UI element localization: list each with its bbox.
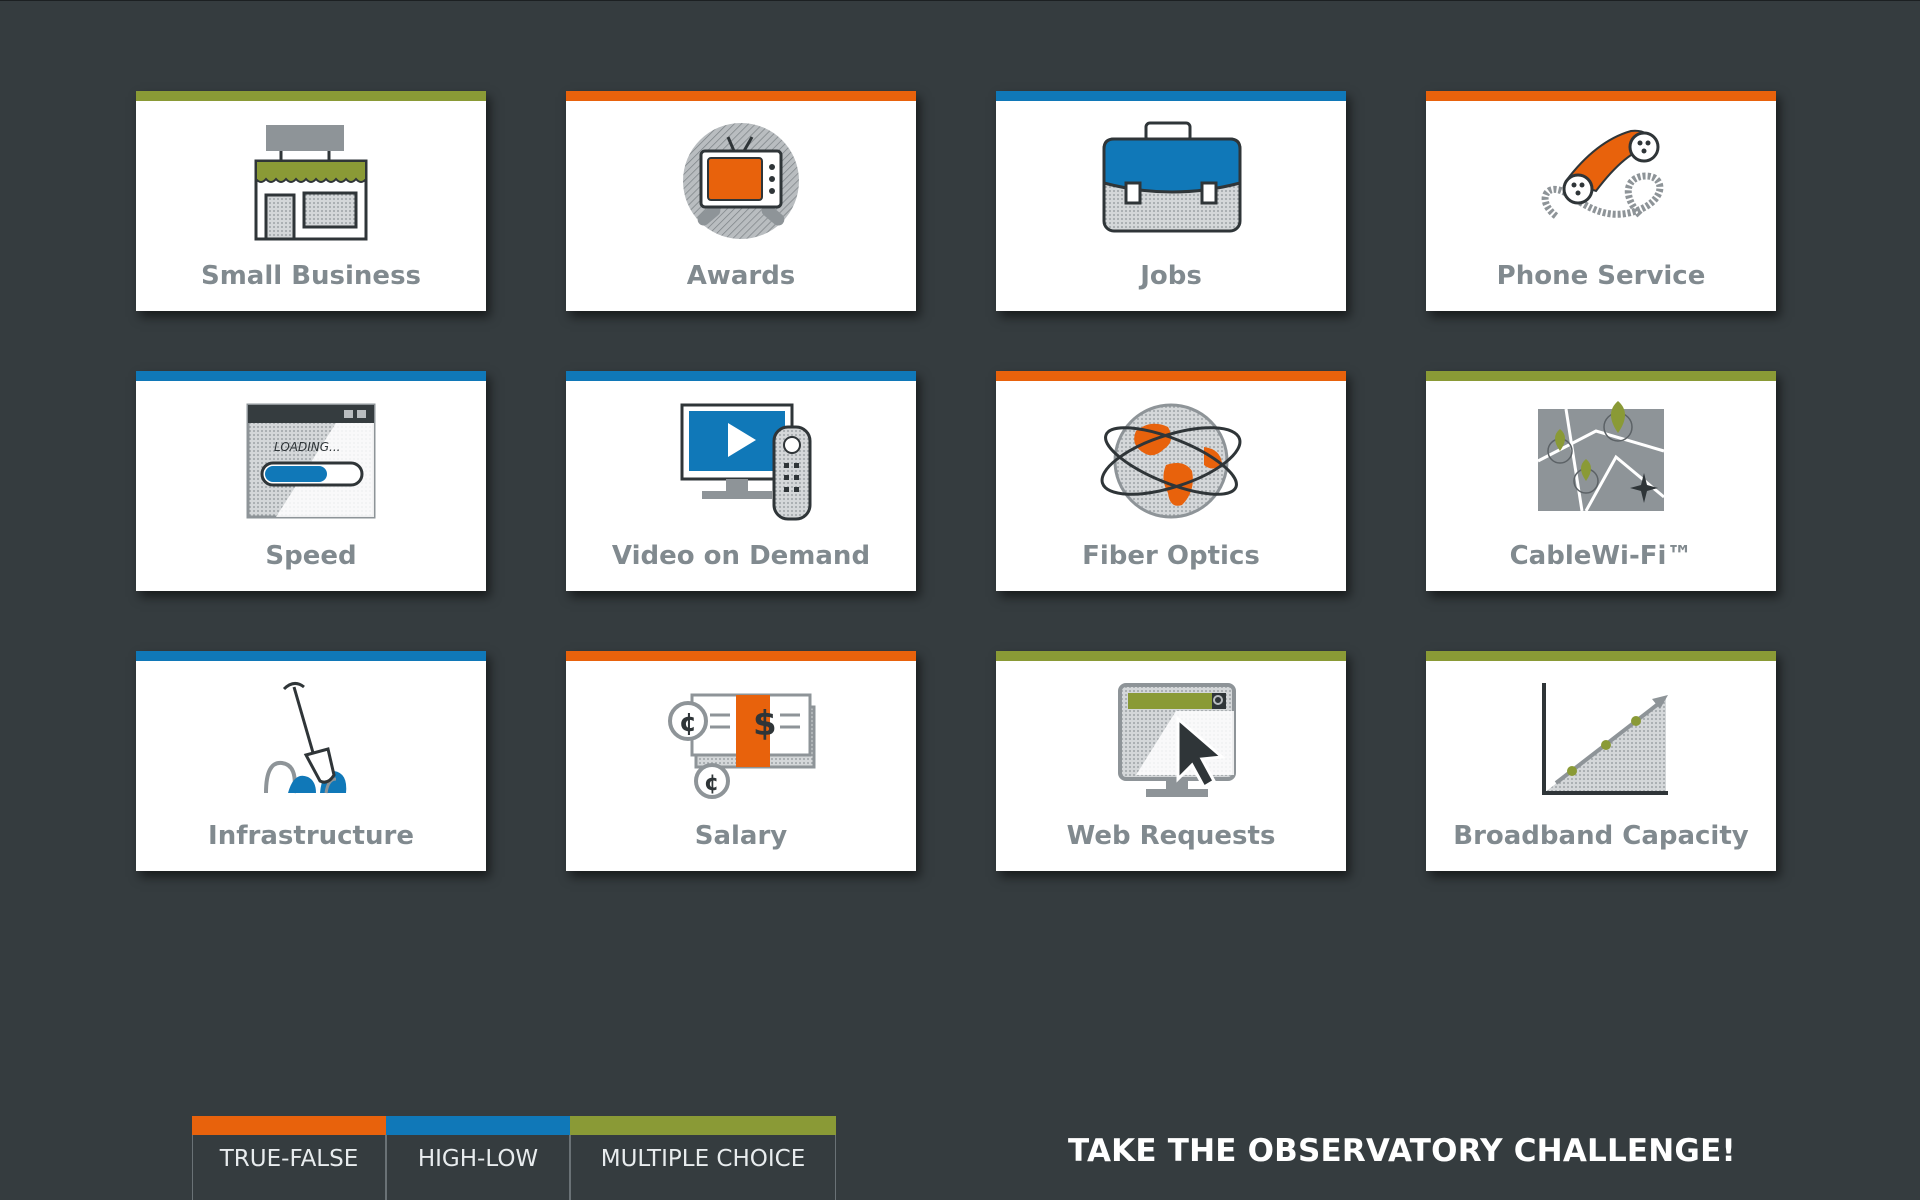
tile-salary[interactable]: $ ¢ ¢ Salary	[566, 651, 916, 871]
tile-broadband-capacity[interactable]: Broadband Capacity	[1426, 651, 1776, 871]
tile-accent-bar	[996, 371, 1346, 381]
tile-label: Phone Service	[1496, 261, 1706, 291]
tile-awards[interactable]: Awards	[566, 91, 916, 311]
tile-accent-bar	[566, 371, 916, 381]
mode-true-false[interactable]: TRUE-FALSE	[192, 1116, 386, 1200]
tile-accent-bar	[136, 91, 486, 101]
tile-label: Web Requests	[1066, 821, 1276, 851]
globe-cables-icon	[1096, 401, 1246, 521]
tile-infrastructure[interactable]: Infrastructure	[136, 651, 486, 871]
mode-high-low[interactable]: HIGH-LOW	[386, 1116, 570, 1200]
tile-label: Salary	[694, 821, 788, 851]
cent-sign: ¢	[679, 708, 697, 738]
tile-accent-bar	[136, 371, 486, 381]
game-mode-tabs: TRUE-FALSE HIGH-LOW MULTIPLE CHOICE	[192, 1116, 836, 1200]
tile-label: Fiber Optics	[1082, 541, 1260, 571]
tile-label: Video on Demand	[611, 541, 871, 571]
tile-speed[interactable]: LOADING... Speed	[136, 371, 486, 591]
cent-sign: ¢	[704, 771, 719, 796]
tile-cablewifi[interactable]: CableWi-Fi™	[1426, 371, 1776, 591]
mode-accent-bar	[386, 1116, 570, 1135]
tile-phone-service[interactable]: Phone Service	[1426, 91, 1776, 311]
tile-accent-bar	[996, 91, 1346, 101]
tile-accent-bar	[566, 91, 916, 101]
mode-label: HIGH-LOW	[417, 1146, 539, 1172]
map-pins-icon	[1526, 401, 1676, 521]
tile-accent-bar	[996, 651, 1346, 661]
paycheck-icon: $ ¢ ¢	[666, 681, 816, 801]
phone-handset-icon	[1526, 121, 1676, 241]
tile-label: Broadband Capacity	[1453, 821, 1749, 851]
tv-remote-icon	[666, 401, 816, 521]
mode-multiple-choice[interactable]: MULTIPLE CHOICE	[570, 1116, 836, 1200]
tile-accent-bar	[136, 651, 486, 661]
storefront-icon	[236, 121, 386, 241]
tile-label: Jobs	[1140, 261, 1202, 291]
tile-label: Infrastructure	[208, 821, 414, 851]
tile-video-on-demand[interactable]: Video on Demand	[566, 371, 916, 591]
mode-accent-bar	[570, 1116, 836, 1135]
tile-label: Small Business	[200, 261, 422, 291]
browser-cursor-icon	[1096, 681, 1246, 801]
tile-label: Speed	[265, 541, 357, 571]
challenge-heading: TAKE THE OBSERVATORY CHALLENGE!	[1068, 1133, 1736, 1169]
tile-jobs[interactable]: Jobs	[996, 91, 1346, 311]
briefcase-icon	[1096, 121, 1246, 241]
mode-label: MULTIPLE CHOICE	[600, 1146, 806, 1172]
tv-award-icon	[666, 121, 816, 241]
tile-web-requests[interactable]: Web Requests	[996, 651, 1346, 871]
loading-window-icon: LOADING...	[236, 401, 386, 521]
tile-accent-bar	[1426, 371, 1776, 381]
loading-text: LOADING...	[274, 440, 340, 454]
tile-fiber-optics[interactable]: Fiber Optics	[996, 371, 1346, 591]
tile-label: Awards	[686, 261, 796, 291]
shovel-icon	[236, 681, 386, 801]
tile-label: CableWi-Fi™	[1509, 541, 1693, 571]
tile-accent-bar	[1426, 651, 1776, 661]
tile-accent-bar	[566, 651, 916, 661]
mode-accent-bar	[192, 1116, 386, 1135]
mode-label: TRUE-FALSE	[219, 1146, 359, 1172]
dollar-sign: $	[753, 704, 777, 744]
tile-small-business[interactable]: Small Business	[136, 91, 486, 311]
topic-grid: Small Business Awards Jobs Phone Service…	[136, 91, 1776, 871]
tile-accent-bar	[1426, 91, 1776, 101]
growth-chart-icon	[1526, 681, 1676, 801]
